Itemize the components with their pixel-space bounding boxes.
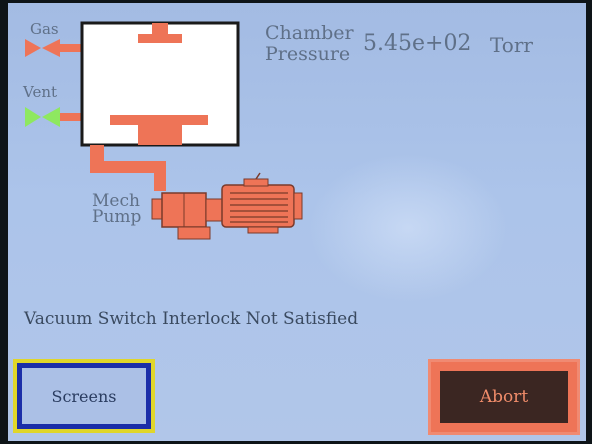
vent-label: Vent: [23, 83, 58, 101]
chamber-platen-stem: [138, 125, 182, 145]
mechanical-pump-icon[interactable]: [151, 172, 303, 240]
abort-button-face[interactable]: Abort: [440, 371, 568, 423]
screens-button[interactable]: Screens: [13, 359, 155, 433]
gas-line: [60, 44, 82, 52]
chamber-pressure-label: Chamber Pressure: [265, 23, 360, 65]
chamber[interactable]: [80, 21, 240, 147]
mech-pump-label-line2: Pump: [92, 207, 142, 227]
pump-line: [90, 145, 166, 191]
chamber-pressure-unit: Torr: [490, 33, 533, 57]
chamber-pressure-value: 5.45e+02: [363, 31, 472, 56]
touch-screen: Gas Vent Chamber Pressure 5.45e+02 Torr …: [8, 3, 586, 441]
vent-valve-right-triangle: [42, 107, 60, 127]
chamber-pressure-label-line1: Chamber: [265, 22, 354, 44]
gas-valve-right-triangle: [42, 39, 60, 57]
chamber-platen: [110, 115, 208, 125]
vent-valve[interactable]: [25, 107, 82, 127]
vent-line: [60, 113, 82, 121]
chamber-pressure-label-line2: Pressure: [265, 43, 351, 65]
gas-label: Gas: [30, 20, 59, 38]
chamber-top-stem: [152, 23, 168, 35]
pump-line-drop: [154, 161, 166, 191]
pump-line-horizontal: [90, 161, 162, 173]
vent-valve-left-triangle: [25, 107, 41, 127]
gas-valve-left-triangle: [25, 39, 41, 57]
gas-valve[interactable]: [25, 39, 82, 57]
abort-button[interactable]: Abort: [428, 359, 580, 435]
chamber-top-electrode: [138, 34, 182, 43]
mech-pump-label: Mech Pump: [92, 193, 152, 227]
screens-button-label: Screens: [51, 386, 117, 406]
screens-button-face[interactable]: Screens: [22, 368, 146, 424]
abort-button-label: Abort: [479, 387, 529, 407]
interlock-status-message: Vacuum Switch Interlock Not Satisfied: [24, 309, 359, 329]
